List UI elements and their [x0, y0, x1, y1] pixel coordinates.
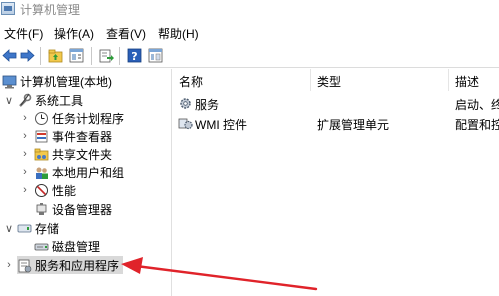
- tree-label: 服务和应用程序: [35, 258, 120, 273]
- list-item-name: 服务: [195, 98, 220, 112]
- tree-label: 系统工具: [35, 93, 84, 108]
- svg-text:?: ?: [131, 50, 137, 63]
- services-gear-icon: [178, 96, 193, 111]
- expand-chevron-icon[interactable]: ›: [20, 127, 30, 145]
- console-tree: 计算机管理(本地) ∨ 系统工具 › 任务计划程序 › 事件查看器 › 共享文件…: [0, 69, 172, 296]
- expand-chevron-icon[interactable]: ›: [20, 163, 30, 181]
- tools-icon: [17, 93, 32, 108]
- tree-item-task-scheduler[interactable]: 任务计划程序: [34, 109, 124, 127]
- toolbar-separator: [91, 47, 92, 65]
- device-manager-icon: [34, 202, 49, 217]
- window-title: 计算机管理: [20, 3, 81, 17]
- storage-icon: [17, 221, 32, 236]
- tree-item-disk-management[interactable]: 磁盘管理: [34, 237, 100, 255]
- properties-icon[interactable]: [147, 47, 164, 64]
- menu-bar: 文件(F) 操作(A) 查看(V) 帮助(H): [0, 22, 499, 42]
- tree-label: 事件查看器: [52, 129, 113, 144]
- computer-management-icon: [1, 2, 15, 15]
- tree-item-system-tools[interactable]: 系统工具: [17, 91, 83, 109]
- tree-label: 性能: [52, 183, 77, 198]
- title-bar: 计算机管理: [0, 0, 499, 18]
- expand-chevron-icon[interactable]: ›: [20, 109, 30, 127]
- list-item-description: 配置和控: [455, 118, 499, 132]
- tree-label: 计算机管理(本地): [20, 74, 112, 89]
- collapse-chevron-icon[interactable]: ∨: [4, 219, 14, 237]
- column-header-description[interactable]: 描述: [449, 69, 499, 91]
- menu-help[interactable]: 帮助(H): [158, 25, 199, 42]
- clock-icon: [34, 111, 49, 126]
- services-apps-icon: [17, 258, 32, 273]
- tree-item-shared-folders[interactable]: 共享文件夹: [34, 145, 112, 163]
- details-list: 名称 类型 描述 服务 启动、终 WMI 控件 扩展管理单元 配置和控: [173, 69, 499, 296]
- toolbar-separator: [40, 47, 41, 65]
- toolbar-separator: [119, 47, 120, 65]
- list-item[interactable]: 服务 启动、终: [173, 95, 499, 113]
- disk-icon: [34, 239, 49, 254]
- tree-label: 磁盘管理: [52, 239, 101, 254]
- forward-arrow-icon[interactable]: [19, 47, 36, 64]
- event-viewer-icon: [34, 129, 49, 144]
- export-icon[interactable]: [98, 47, 115, 64]
- menu-file[interactable]: 文件(F): [4, 25, 43, 42]
- tree-label: 任务计划程序: [52, 111, 125, 126]
- tree-label: 设备管理器: [52, 202, 113, 217]
- expand-chevron-icon[interactable]: ›: [20, 145, 30, 163]
- tree-item-event-viewer[interactable]: 事件查看器: [34, 127, 112, 145]
- list-item-type: 扩展管理单元: [317, 118, 390, 132]
- tree-item-root[interactable]: 计算机管理(本地): [2, 72, 112, 90]
- expand-chevron-icon[interactable]: ›: [20, 181, 30, 199]
- list-item[interactable]: WMI 控件 扩展管理单元 配置和控: [173, 115, 499, 133]
- wmi-control-icon: [178, 116, 193, 131]
- show-tree-icon[interactable]: [68, 47, 85, 64]
- up-folder-icon[interactable]: [47, 47, 64, 64]
- tree-label: 存储: [35, 221, 60, 236]
- tree-label: 本地用户和组: [52, 165, 125, 180]
- menu-action[interactable]: 操作(A): [54, 25, 94, 42]
- computer-icon: [2, 74, 17, 89]
- collapse-chevron-icon[interactable]: ∨: [4, 91, 14, 109]
- users-icon: [34, 165, 49, 180]
- menu-view[interactable]: 查看(V): [106, 25, 146, 42]
- tree-item-storage[interactable]: 存储: [17, 219, 59, 237]
- expand-chevron-icon[interactable]: ›: [4, 256, 14, 274]
- column-header-name[interactable]: 名称: [173, 69, 311, 91]
- toolbar: ?: [0, 44, 499, 68]
- tree-item-local-users[interactable]: 本地用户和组: [34, 163, 124, 181]
- tree-item-services-and-applications[interactable]: 服务和应用程序: [17, 256, 124, 274]
- list-item-description: 启动、终: [455, 98, 499, 112]
- shared-folder-icon: [34, 147, 49, 162]
- list-item-name: WMI 控件: [195, 118, 247, 132]
- tree-item-device-manager[interactable]: 设备管理器: [34, 200, 112, 218]
- tree-item-performance[interactable]: 性能: [34, 181, 76, 199]
- tree-label: 共享文件夹: [52, 147, 113, 162]
- back-arrow-icon[interactable]: [1, 47, 18, 64]
- performance-icon: [34, 183, 49, 198]
- column-header-type[interactable]: 类型: [311, 69, 449, 91]
- help-icon[interactable]: ?: [126, 47, 143, 64]
